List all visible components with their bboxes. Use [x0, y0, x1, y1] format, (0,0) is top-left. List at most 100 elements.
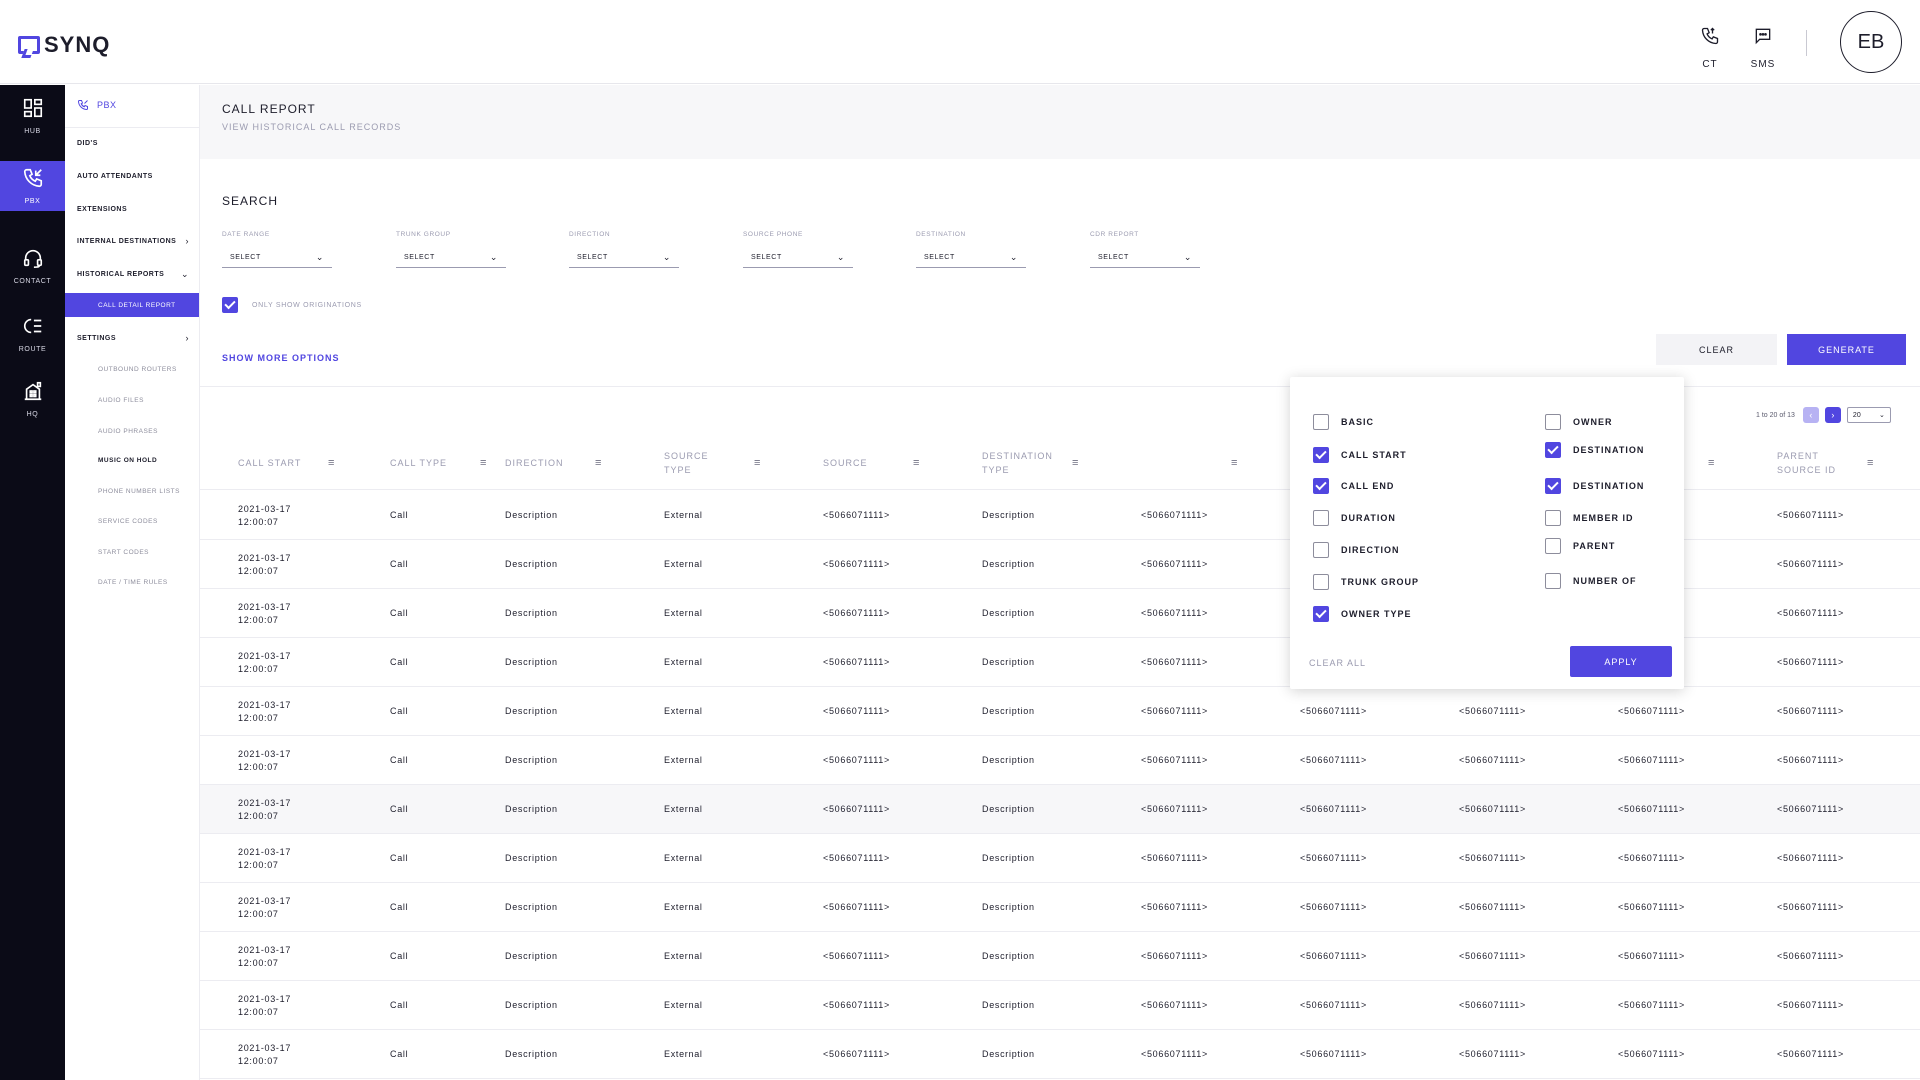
column-option[interactable]: MEMBER ID: [1545, 510, 1634, 526]
rail-item-pbx[interactable]: PBX: [0, 161, 65, 211]
nav-item-start-codes[interactable]: START CODES: [65, 539, 199, 565]
column-option-checkbox[interactable]: [1313, 542, 1329, 558]
source-phone-select[interactable]: SELECT ⌄: [743, 248, 853, 268]
next-page-button[interactable]: ›: [1824, 407, 1841, 423]
column-option[interactable]: CALL START: [1313, 447, 1407, 463]
nav-item-date-time-rules[interactable]: DATE / TIME RULES: [65, 569, 199, 595]
table-cell: External: [664, 902, 703, 912]
nav-label: SETTINGS: [77, 334, 117, 342]
column-option-checkbox[interactable]: [1545, 442, 1561, 458]
filter-icon[interactable]: ≡: [1231, 457, 1237, 469]
filter-icon[interactable]: ≡: [754, 457, 760, 469]
filter-icon[interactable]: ≡: [328, 457, 334, 469]
column-option-checkbox[interactable]: [1545, 414, 1561, 430]
column-option[interactable]: DESTINATION: [1545, 442, 1644, 458]
filter-icon[interactable]: ≡: [480, 457, 486, 469]
column-option-checkbox[interactable]: [1313, 478, 1329, 494]
filter-icon[interactable]: ≡: [1072, 457, 1078, 469]
show-more-options-link[interactable]: SHOW MORE OPTIONS: [222, 353, 340, 363]
table-row[interactable]: 2021-03-17 12:00:07 Call Description Extern…: [200, 687, 1920, 736]
nav-item-outbound-routers[interactable]: OUTBOUND ROUTERS: [65, 356, 199, 382]
column-option-checkbox[interactable]: [1545, 510, 1561, 526]
nav-item-audio-files[interactable]: AUDIO FILES: [65, 387, 199, 413]
rail-item-hq[interactable]: HQ: [0, 368, 65, 444]
sms-button[interactable]: SMS: [1741, 26, 1785, 72]
column-header[interactable]: DESTINATION TYPE ≡: [982, 435, 1078, 490]
only-originations-checkbox[interactable]: [222, 297, 238, 313]
table-row[interactable]: 2021-03-17 12:00:07 Call Description Extern…: [200, 932, 1920, 981]
table-cell: 2021-03-17 12:00:07: [238, 846, 292, 870]
cdr-report-select[interactable]: SELECT ⌄: [1090, 248, 1200, 268]
filter-icon[interactable]: ≡: [1867, 457, 1873, 469]
apply-button[interactable]: APPLY: [1570, 646, 1672, 677]
ct-button[interactable]: CT: [1688, 26, 1732, 72]
table-cell: Description: [982, 804, 1035, 814]
nav-item-auto-attendants[interactable]: AUTO ATTENDANTS: [65, 163, 199, 189]
subnav-divider: [65, 127, 199, 128]
column-option-checkbox[interactable]: [1313, 447, 1329, 463]
filter-icon[interactable]: ≡: [595, 457, 601, 469]
column-option-checkbox[interactable]: [1545, 538, 1561, 554]
nav-item-call-detail-report[interactable]: CALL DETAIL REPORT: [65, 293, 199, 317]
column-option[interactable]: NUMBER OF: [1545, 573, 1637, 589]
column-header[interactable]: SOURCE ≡: [823, 435, 919, 490]
table-row[interactable]: 2021-03-17 12:00:07 Call Description Extern…: [200, 883, 1920, 932]
column-header[interactable]: ≡: [1141, 435, 1237, 490]
nav-item-internal-destinations[interactable]: INTERNAL DESTINATIONS ›: [65, 228, 199, 254]
column-header[interactable]: PARENT SOURCE ID ≡: [1777, 435, 1873, 490]
nav-item-phone-number-lists[interactable]: PHONE NUMBER LISTS: [65, 478, 199, 504]
rail-item-contact[interactable]: CONTACT: [0, 235, 65, 311]
column-option-checkbox[interactable]: [1313, 414, 1329, 430]
column-option[interactable]: TRUNK GROUP: [1313, 574, 1419, 590]
nav-item-service-codes[interactable]: SERVICE CODES: [65, 508, 199, 534]
column-option-checkbox[interactable]: [1313, 510, 1329, 526]
column-option[interactable]: OWNER: [1545, 414, 1613, 430]
column-option[interactable]: CALL END: [1313, 478, 1394, 494]
nav-item-audio-phrases[interactable]: AUDIO PHRASES: [65, 418, 199, 444]
table-cell: <5066071111>: [1459, 951, 1526, 961]
column-header[interactable]: DIRECTION ≡: [505, 435, 601, 490]
column-option-checkbox[interactable]: [1313, 574, 1329, 590]
table-cell: External: [664, 951, 703, 961]
clear-button[interactable]: CLEAR: [1656, 334, 1777, 365]
rail-item-hub[interactable]: HUB: [0, 85, 65, 161]
column-header[interactable]: CALL TYPE ≡: [390, 435, 486, 490]
prev-page-button[interactable]: ‹: [1802, 407, 1819, 423]
column-header[interactable]: SOURCE TYPE ≡: [664, 435, 760, 490]
column-option[interactable]: BASIC: [1313, 414, 1374, 430]
nav-item-historical-reports[interactable]: HISTORICAL REPORTS ⌄: [65, 261, 199, 287]
column-option-checkbox[interactable]: [1545, 478, 1561, 494]
avatar[interactable]: EB: [1840, 11, 1902, 73]
table-cell: External: [664, 1000, 703, 1010]
filter-icon[interactable]: ≡: [1708, 457, 1714, 469]
nav-item-settings[interactable]: SETTINGS ›: [65, 325, 199, 351]
clear-all-button[interactable]: CLEAR ALL: [1309, 658, 1366, 668]
page-size-select[interactable]: 20 ⌄: [1846, 407, 1891, 423]
filter-trunk-group: TRUNK GROUP SELECT ⌄: [396, 231, 506, 268]
table-row[interactable]: 2021-03-17 12:00:07 Call Description Extern…: [200, 1030, 1920, 1079]
column-option-checkbox[interactable]: [1545, 573, 1561, 589]
logo[interactable]: SYNQ: [18, 32, 110, 58]
nav-item-extensions[interactable]: EXTENSIONS: [65, 196, 199, 222]
filter-icon[interactable]: ≡: [913, 457, 919, 469]
column-option[interactable]: OWNER TYPE: [1313, 606, 1412, 622]
direction-select[interactable]: SELECT ⌄: [569, 248, 679, 268]
table-cell: <5066071111>: [1459, 706, 1526, 716]
generate-button[interactable]: GENERATE: [1787, 334, 1906, 365]
table-row[interactable]: 2021-03-17 12:00:07 Call Description Extern…: [200, 785, 1920, 834]
table-row[interactable]: 2021-03-17 12:00:07 Call Description Extern…: [200, 834, 1920, 883]
trunk-group-select[interactable]: SELECT ⌄: [396, 248, 506, 268]
column-option[interactable]: DESTINATION: [1545, 478, 1644, 494]
column-option[interactable]: PARENT: [1545, 538, 1615, 554]
column-option-label: OWNER TYPE: [1341, 609, 1412, 619]
nav-item-dids[interactable]: DID'S: [65, 130, 199, 156]
table-row[interactable]: 2021-03-17 12:00:07 Call Description Extern…: [200, 736, 1920, 785]
column-header[interactable]: CALL START ≡: [238, 435, 334, 490]
column-option[interactable]: DURATION: [1313, 510, 1396, 526]
nav-item-music-on-hold[interactable]: MUSIC ON HOLD: [65, 447, 199, 473]
table-row[interactable]: 2021-03-17 12:00:07 Call Description Extern…: [200, 981, 1920, 1030]
destination-select[interactable]: SELECT ⌄: [916, 248, 1026, 268]
date-range-select[interactable]: SELECT ⌄: [222, 248, 332, 268]
column-option-checkbox[interactable]: [1313, 606, 1329, 622]
column-option[interactable]: DIRECTION: [1313, 542, 1400, 558]
